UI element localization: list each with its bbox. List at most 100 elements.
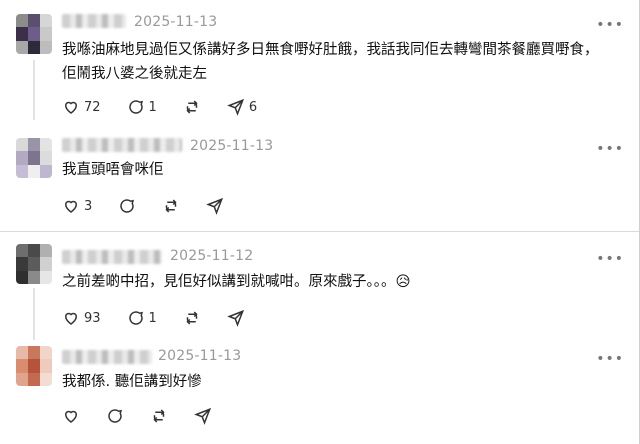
avatar-pixel — [16, 359, 28, 373]
thread-line — [33, 288, 35, 340]
share-button[interactable]: 6 — [226, 98, 258, 116]
heart-icon — [64, 200, 78, 213]
comment-1: 2025-11-13 ••• 我喺油麻地見過佢又係講好多日無食嘢好肚餓，我話我同… — [0, 0, 640, 126]
avatar-pixel — [40, 164, 52, 178]
repost-button[interactable] — [150, 407, 168, 425]
comment-feed: 2025-11-13 ••• 我喺油麻地見過佢又係講好多日無食嘢好肚餓，我話我同… — [0, 0, 640, 444]
repost-button[interactable] — [183, 98, 201, 116]
avatar-pixel — [40, 244, 52, 258]
like-count: 3 — [84, 198, 93, 214]
like-count: 93 — [84, 310, 101, 326]
reply-icon — [120, 199, 135, 213]
avatar-pixel — [16, 14, 28, 28]
avatar-pixel — [40, 359, 52, 373]
share-icon — [226, 98, 244, 116]
avatar-pixel — [16, 244, 28, 258]
avatar-pixel — [28, 164, 40, 178]
avatar-pixel — [40, 257, 52, 271]
repost-button[interactable] — [183, 309, 201, 327]
like-count: 72 — [84, 99, 101, 115]
reply-icon — [128, 100, 143, 114]
repost-icon — [186, 100, 198, 114]
reply-button[interactable] — [106, 407, 124, 425]
comment-text: 之前差啲中招，見佢好似講到就喊咁。原來戲子。。。😥 — [62, 274, 411, 290]
repost-icon — [186, 311, 198, 325]
avatar-pixel — [40, 372, 52, 386]
repost-button[interactable] — [162, 197, 180, 215]
avatar-pixel — [40, 40, 52, 54]
avatar-pixel — [40, 138, 52, 152]
username-redacted[interactable] — [62, 138, 182, 152]
avatar-pixel — [16, 164, 28, 178]
comment-3: 2025-11-12 ••• 之前差啲中招，見佢好似講到就喊咁。原來戲子。。。😥… — [0, 232, 640, 340]
avatar-pixel — [40, 27, 52, 41]
comment-text: 我直頭唔會咪佢 — [62, 162, 164, 178]
avatar-pixel — [16, 138, 28, 152]
thread-line — [33, 60, 35, 120]
share-button[interactable] — [206, 197, 224, 215]
like-button[interactable]: 93 — [62, 309, 101, 327]
more-options-icon[interactable]: ••• — [596, 18, 624, 32]
action-bar — [62, 406, 238, 426]
more-options-icon[interactable]: ••• — [596, 142, 624, 156]
avatar-pixel — [16, 372, 28, 386]
reply-count: 1 — [148, 310, 157, 326]
avatar-pixel — [16, 257, 28, 271]
heart-icon — [64, 410, 78, 423]
avatar-pixel — [28, 270, 40, 284]
avatar-pixel — [40, 270, 52, 284]
avatar[interactable] — [16, 138, 52, 178]
reply-button[interactable]: 1 — [127, 309, 157, 327]
avatar-pixel — [28, 151, 40, 165]
post-date[interactable]: 2025-11-13 — [190, 138, 273, 154]
post-date[interactable]: 2025-11-12 — [170, 248, 253, 264]
reply-button[interactable] — [118, 197, 136, 215]
like-button[interactable]: 72 — [62, 98, 101, 116]
heart-icon — [64, 312, 78, 325]
avatar-pixel — [28, 372, 40, 386]
share-count: 6 — [248, 99, 258, 115]
comment-2: 2025-11-13 ••• 我直頭唔會咪佢 3 — [0, 126, 640, 226]
heart-icon — [64, 101, 78, 114]
avatar-pixel — [16, 270, 28, 284]
share-button[interactable] — [226, 309, 245, 327]
avatar-pixel — [28, 359, 40, 373]
share-button[interactable] — [194, 407, 212, 425]
share-icon — [194, 407, 212, 425]
like-button[interactable]: 3 — [62, 197, 92, 215]
avatar[interactable] — [16, 346, 52, 386]
avatar-pixel — [40, 151, 52, 165]
avatar-pixel — [28, 138, 40, 152]
avatar-pixel — [28, 40, 40, 54]
avatar-pixel — [40, 346, 52, 360]
reply-button[interactable]: 1 — [127, 98, 157, 116]
repost-icon — [153, 409, 165, 423]
avatar-pixel — [40, 14, 52, 28]
comment-text: 我喺油麻地見過佢又係講好多日無食嘢好肚餓，我話我同佢去轉彎間茶餐廳買嘢食，佢鬧我… — [62, 42, 599, 82]
more-options-icon[interactable]: ••• — [596, 252, 624, 266]
repost-icon — [165, 199, 177, 213]
username-redacted[interactable] — [62, 14, 126, 28]
reply-count: 1 — [148, 99, 157, 115]
avatar-pixel — [28, 27, 40, 41]
avatar-pixel — [16, 40, 28, 54]
reply-icon — [128, 311, 143, 325]
action-bar: 72 1 6 — [62, 97, 283, 117]
avatar[interactable] — [16, 14, 52, 54]
avatar-pixel — [28, 346, 40, 360]
comment-4: 2025-11-13 ••• 我都係. 聽佢講到好慘 — [0, 336, 640, 444]
username-redacted[interactable] — [62, 350, 152, 364]
like-button[interactable] — [62, 407, 80, 425]
avatar-pixel — [28, 257, 40, 271]
reply-icon — [108, 409, 123, 423]
username-redacted[interactable] — [62, 250, 162, 264]
more-options-icon[interactable]: ••• — [596, 352, 624, 366]
avatar-pixel — [28, 244, 40, 258]
post-date[interactable]: 2025-11-13 — [158, 348, 241, 364]
share-icon — [226, 309, 244, 327]
action-bar: 93 1 — [62, 308, 271, 328]
avatar-pixel — [16, 27, 28, 41]
avatar[interactable] — [16, 244, 52, 284]
avatar-pixel — [16, 346, 28, 360]
post-date[interactable]: 2025-11-13 — [134, 14, 217, 30]
